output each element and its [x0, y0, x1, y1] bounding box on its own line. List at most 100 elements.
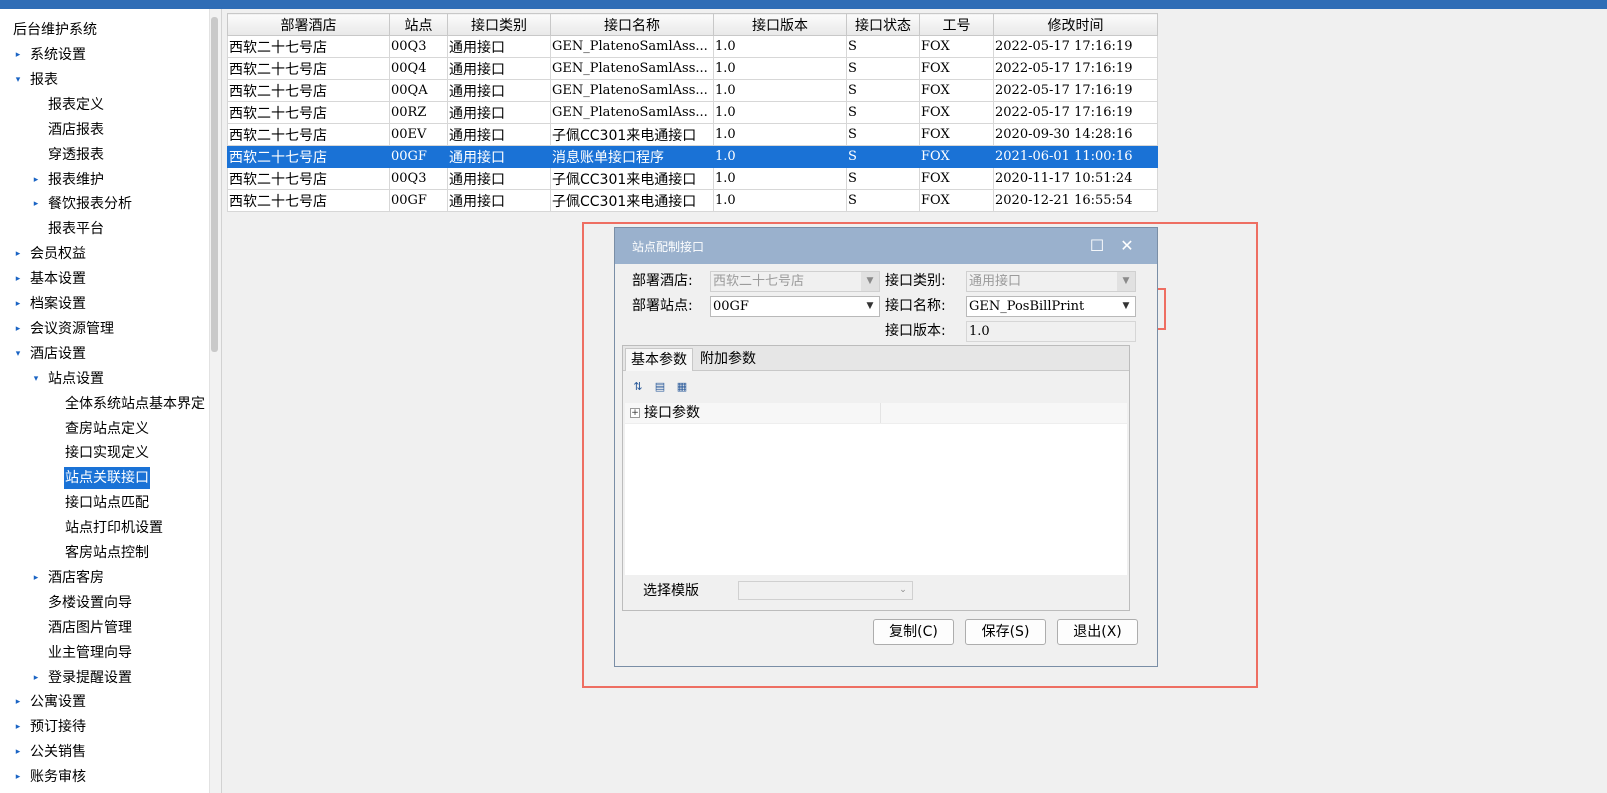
grid-column-header[interactable]: 接口版本 [713, 13, 847, 36]
sidebar-item[interactable]: ▸ 账务审核 [0, 766, 209, 788]
grid-row[interactable]: 西软二十七号店 00EV 通用接口 子佩CC301来电通接口 1.0 S FOX 2020-0… [227, 123, 1158, 146]
grid-column-header[interactable]: 站点 [389, 13, 448, 36]
grid-column-header[interactable]: 部署酒店 [227, 13, 390, 36]
tree-collapsed-icon[interactable]: ▸ [12, 268, 24, 290]
grid-row[interactable]: 西软二十七号店 00Q3 通用接口 GEN_PlatenoSamlAss... 1.0 S… [227, 35, 1158, 58]
sidebar-item-label: 报表 [30, 71, 58, 88]
sidebar-item-label: 基本设置 [30, 271, 86, 288]
sidebar-item[interactable]: 报表平台 [0, 218, 209, 240]
sidebar-item[interactable]: ▸ 会员权益 [0, 243, 209, 265]
tree-collapsed-icon[interactable]: ▸ [12, 716, 24, 738]
grid-cell: 00Q4 [389, 57, 448, 80]
sidebar-item[interactable]: ▸ 酒店客房 [0, 567, 209, 589]
tree-collapsed-icon[interactable]: ▸ [12, 243, 24, 265]
tree-collapsed-icon[interactable]: ▸ [30, 169, 42, 191]
grid-row[interactable]: 西软二十七号店 00GF 通用接口 消息账单接口程序 1.0 S FOX 2021-06-01… [227, 145, 1158, 168]
sort-az-icon[interactable]: ⇅ [631, 380, 645, 394]
grid-column-header[interactable]: 接口名称 [550, 13, 714, 36]
sidebar-item[interactable]: ▸ 会议资源管理 [0, 318, 209, 340]
tree-collapsed-icon[interactable]: ▸ [12, 44, 24, 66]
sidebar-item[interactable]: 站点打印机设置 [0, 517, 209, 539]
sidebar-item[interactable]: ▸ 系统设置 [0, 44, 209, 66]
maximize-icon[interactable]: ☐ [1084, 233, 1110, 259]
categorized-icon[interactable]: ▤ [653, 380, 667, 394]
grid-cell: 西软二十七号店 [227, 167, 390, 190]
grid-column-header[interactable]: 修改时间 [993, 13, 1158, 36]
sidebar-item[interactable]: ▸ 报表维护 [0, 169, 209, 191]
grid-column-header[interactable]: 工号 [919, 13, 994, 36]
sidebar-item[interactable]: 穿透报表 [0, 144, 209, 166]
sidebar-item[interactable]: ▸ 预订接待 [0, 716, 209, 738]
tree-expanded-icon[interactable]: ▾ [12, 343, 24, 365]
sidebar-item[interactable]: 查房站点定义 [0, 418, 209, 440]
save-button[interactable]: 保存(S) [965, 619, 1046, 645]
sidebar-item[interactable]: ▸ 档案设置 [0, 293, 209, 315]
tree-expanded-icon[interactable]: ▾ [30, 368, 42, 390]
grid-column-header[interactable]: 接口类别 [447, 13, 551, 36]
chevron-down-icon[interactable]: ⌄ [894, 582, 912, 599]
grid-cell: 子佩CC301来电通接口 [550, 189, 714, 212]
tree-collapsed-icon[interactable]: ▸ [12, 293, 24, 315]
sidebar-item-label: 预订接待 [30, 719, 86, 736]
tab-extra-params[interactable]: 附加参数 [695, 348, 761, 370]
grid-row[interactable]: 西软二十七号店 00Q3 通用接口 子佩CC301来电通接口 1.0 S FOX 2020-1… [227, 167, 1158, 190]
dialog-title: 站点配制接口 [632, 240, 705, 254]
sidebar-item[interactable]: 酒店报表 [0, 119, 209, 141]
sidebar-item-label: 公寓设置 [30, 694, 86, 711]
grid-column-header[interactable]: 接口状态 [846, 13, 920, 36]
sidebar-item[interactable]: ▸ 基本设置 [0, 268, 209, 290]
close-icon[interactable]: ✕ [1114, 233, 1140, 259]
sidebar-item[interactable]: 报表定义 [0, 94, 209, 116]
sidebar-item[interactable]: 接口实现定义 [0, 442, 209, 464]
sidebar-item[interactable]: ▸ 公寓设置 [0, 691, 209, 713]
sidebar-item[interactable]: ▾ 酒店设置 [0, 343, 209, 365]
grid-cell: FOX [919, 35, 994, 58]
grid-cell: 西软二十七号店 [227, 101, 390, 124]
property-grid: + 接口参数 [625, 403, 1127, 575]
sidebar-item[interactable]: 酒店图片管理 [0, 617, 209, 639]
sidebar-item-label: 登录提醒设置 [48, 669, 132, 686]
interface-name-select[interactable]: GEN_PosBillPrint ▼ [966, 296, 1136, 317]
property-pages-icon[interactable]: ▦ [675, 380, 689, 394]
sidebar-item[interactable]: ▸ 公关销售 [0, 741, 209, 763]
tree-collapsed-icon[interactable]: ▸ [12, 766, 24, 788]
tree-collapsed-icon[interactable]: ▸ [12, 741, 24, 763]
tree-collapsed-icon[interactable]: ▸ [12, 691, 24, 713]
tree-expanded-icon[interactable]: ▾ [12, 69, 24, 91]
grid-row[interactable]: 西软二十七号店 00QA 通用接口 GEN_PlatenoSamlAss... 1.0 S… [227, 79, 1158, 102]
tree-collapsed-icon[interactable]: ▸ [12, 318, 24, 340]
tab-basic-params[interactable]: 基本参数 [625, 348, 693, 371]
grid-row[interactable]: 西软二十七号店 00Q4 通用接口 GEN_PlatenoSamlAss... 1.0 S… [227, 57, 1158, 80]
sidebar-item[interactable]: ▾ 站点设置 [0, 368, 209, 390]
grid-cell: FOX [919, 101, 994, 124]
grid-cell: 西软二十七号店 [227, 57, 390, 80]
sidebar-item[interactable]: 接口站点匹配 [0, 492, 209, 514]
sidebar-item[interactable]: ▾ 报表 [0, 69, 209, 91]
sidebar-item[interactable]: 站点关联接口 [0, 467, 209, 490]
sidebar-item[interactable]: 多楼设置向导 [0, 592, 209, 614]
expand-plus-icon[interactable]: + [630, 408, 640, 418]
tree-collapsed-icon[interactable]: ▸ [30, 193, 42, 215]
sidebar-item[interactable]: ▸ 登录提醒设置 [0, 667, 209, 689]
property-group-row[interactable]: + 接口参数 [625, 403, 1127, 424]
sidebar-item[interactable]: 客房站点控制 [0, 542, 209, 564]
tree-collapsed-icon[interactable]: ▸ [30, 567, 42, 589]
grid-row[interactable]: 西软二十七号店 00GF 通用接口 子佩CC301来电通接口 1.0 S FOX 2020-1… [227, 189, 1158, 212]
tree-root[interactable]: 后台维护系统 [12, 19, 98, 41]
sidebar-item[interactable]: ▸ 餐饮报表分析 [0, 193, 209, 215]
station-select[interactable]: 00GF ▼ [710, 296, 880, 317]
grid-cell: 通用接口 [447, 167, 551, 190]
grid-cell: GEN_PlatenoSamlAss... [550, 79, 714, 102]
pane-divider[interactable] [221, 9, 222, 793]
sidebar-item[interactable]: 全体系统站点基本界定 [0, 393, 209, 415]
chevron-down-icon[interactable]: ▼ [861, 297, 879, 316]
grid-row[interactable]: 西软二十七号店 00RZ 通用接口 GEN_PlatenoSamlAss... 1.0 S… [227, 101, 1158, 124]
sidebar-item[interactable]: 业主管理向导 [0, 642, 209, 664]
template-select[interactable]: ⌄ [738, 581, 913, 600]
tree-collapsed-icon[interactable]: ▸ [30, 667, 42, 689]
dialog-titlebar[interactable]: 站点配制接口 ☐ ✕ [615, 228, 1157, 264]
chevron-down-icon[interactable]: ▼ [1117, 297, 1135, 316]
exit-button[interactable]: 退出(X) [1057, 619, 1138, 645]
copy-button[interactable]: 复制(C) [873, 619, 954, 645]
sidebar-scrollbar-thumb[interactable] [211, 17, 218, 352]
